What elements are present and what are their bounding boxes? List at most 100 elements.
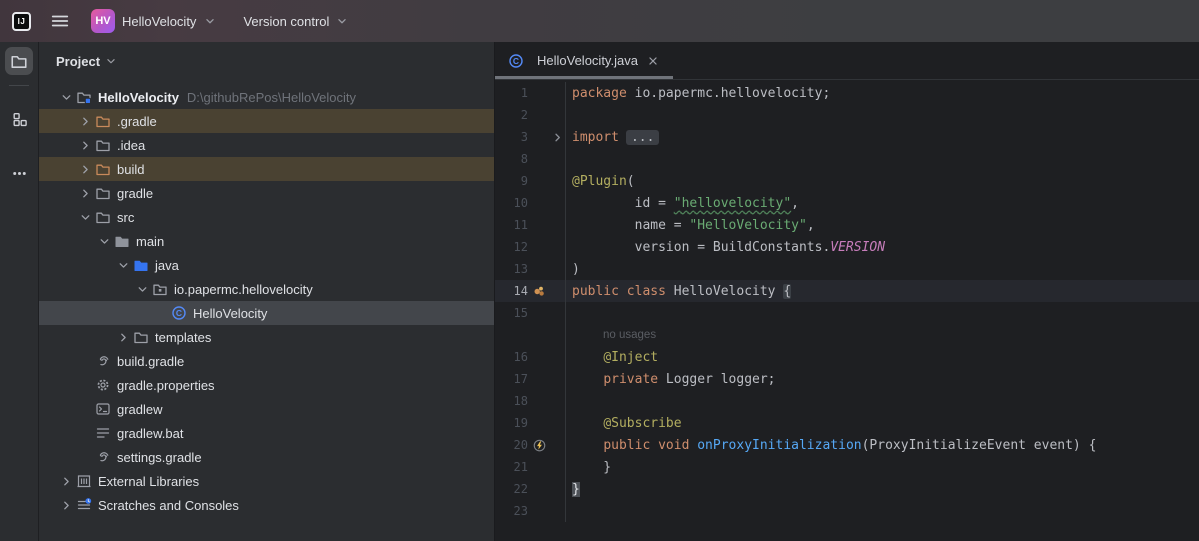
line-number[interactable]: 17 <box>495 372 528 386</box>
tree-item--idea[interactable]: .idea <box>39 133 494 157</box>
code-row-16: 16 @Inject <box>495 346 1199 368</box>
line-number[interactable]: 22 <box>495 482 528 496</box>
tree-item-label: build <box>117 162 144 177</box>
tree-item-external-libraries[interactable]: External Libraries <box>39 469 494 493</box>
code-token: , <box>791 196 799 211</box>
tree-item-templates[interactable]: templates <box>39 325 494 349</box>
line-number[interactable]: 3 <box>495 130 528 144</box>
code-line[interactable]: package io.papermc.hellovelocity; <box>565 82 1199 104</box>
line-number[interactable]: 8 <box>495 152 528 166</box>
editor-tab[interactable]: C HelloVelocity.java <box>495 42 673 79</box>
chevron-right-icon[interactable] <box>76 185 95 201</box>
chevron-down-icon[interactable] <box>95 233 114 249</box>
line-number[interactable]: 23 <box>495 504 528 518</box>
tree-item-build-gradle[interactable]: build.gradle <box>39 349 494 373</box>
plugin-gutter-marker-icon[interactable] <box>528 285 550 298</box>
line-number[interactable]: 13 <box>495 262 528 276</box>
chevron-spacer <box>76 425 95 441</box>
folder-excluded-icon <box>95 113 111 129</box>
code-line[interactable]: name = "HelloVelocity", <box>565 214 1199 236</box>
line-number[interactable]: 11 <box>495 218 528 232</box>
code-line[interactable] <box>565 148 1199 170</box>
line-number[interactable]: 16 <box>495 350 528 364</box>
code-line[interactable] <box>565 104 1199 126</box>
line-number[interactable]: 20 <box>495 438 528 452</box>
code-line[interactable]: } <box>565 478 1199 500</box>
tree-item-gradle[interactable]: gradle <box>39 181 494 205</box>
line-number[interactable]: 19 <box>495 416 528 430</box>
stripe-button-more[interactable] <box>5 159 33 187</box>
code-token: package <box>572 86 627 101</box>
project-panel-header[interactable]: Project <box>39 42 494 80</box>
code-line[interactable]: id = "hellovelocity", <box>565 192 1199 214</box>
code-line[interactable]: private Logger logger; <box>565 368 1199 390</box>
module-folder-icon <box>76 89 92 105</box>
code-line[interactable]: @Inject <box>565 346 1199 368</box>
tree-item-label: External Libraries <box>98 474 199 489</box>
code-line[interactable]: } <box>565 456 1199 478</box>
chevron-right-icon[interactable] <box>114 329 133 345</box>
code-line[interactable]: import... <box>565 126 1199 148</box>
event-gutter-marker-icon[interactable] <box>528 438 550 453</box>
line-number[interactable]: 12 <box>495 240 528 254</box>
chevron-down-icon[interactable] <box>114 257 133 273</box>
code-line[interactable]: public class HelloVelocity { <box>565 280 1199 302</box>
code-line[interactable]: public void onProxyInitialization(ProxyI… <box>565 434 1199 456</box>
line-number[interactable]: 9 <box>495 174 528 188</box>
line-number[interactable]: 2 <box>495 108 528 122</box>
code-line[interactable]: version = BuildConstants.VERSION <box>565 236 1199 258</box>
tree-item-settings-gradle[interactable]: settings.gradle <box>39 445 494 469</box>
tree-item-label: build.gradle <box>117 354 184 369</box>
code-token: "HelloVelocity" <box>689 218 806 233</box>
tree-item-scratches-and-consoles[interactable]: Scratches and Consoles <box>39 493 494 517</box>
tree-item--gradle[interactable]: .gradle <box>39 109 494 133</box>
chevron-right-icon[interactable] <box>57 473 76 489</box>
project-widget[interactable]: HV HelloVelocity <box>91 9 217 33</box>
chevron-right-icon[interactable] <box>76 113 95 129</box>
chevron-down-icon[interactable] <box>57 89 76 105</box>
code-line[interactable]: ) <box>565 258 1199 280</box>
code-line[interactable] <box>565 302 1199 324</box>
usages-inlay-hint[interactable]: no usages <box>603 329 656 341</box>
line-number[interactable]: 10 <box>495 196 528 210</box>
line-number[interactable]: 1 <box>495 86 528 100</box>
tree-item-hellovelocity[interactable]: CHelloVelocity <box>39 301 494 325</box>
chevron-right-icon[interactable] <box>76 161 95 177</box>
code-line[interactable]: @Plugin( <box>565 170 1199 192</box>
code-token: import <box>572 130 619 145</box>
tree-item-label: main <box>136 234 164 249</box>
active-tab-indicator <box>495 76 673 79</box>
code-line[interactable]: @Subscribe <box>565 412 1199 434</box>
line-number[interactable]: 18 <box>495 394 528 408</box>
chevron-down-icon[interactable] <box>76 209 95 225</box>
close-tab-button[interactable] <box>645 53 661 69</box>
fold-collapsed-icon[interactable] <box>550 131 565 144</box>
line-number[interactable]: 14 <box>495 284 528 298</box>
main-menu-button[interactable] <box>51 12 69 30</box>
line-number[interactable]: 15 <box>495 306 528 320</box>
tree-item-main[interactable]: main <box>39 229 494 253</box>
tree-item-gradlew[interactable]: gradlew <box>39 397 494 421</box>
tree-item-io-papermc-hellovelocity[interactable]: io.papermc.hellovelocity <box>39 277 494 301</box>
class-icon: C <box>508 53 524 69</box>
stripe-button-project-folder[interactable] <box>5 47 33 75</box>
tree-item-hellovelocity[interactable]: HelloVelocityD:\githubRePos\HelloVelocit… <box>39 85 494 109</box>
terminal-icon <box>95 401 111 417</box>
stripe-button-structure[interactable] <box>5 105 33 133</box>
chevron-right-icon[interactable] <box>76 137 95 153</box>
code-token: "hellovelocity" <box>674 196 791 211</box>
vcs-widget[interactable]: Version control <box>243 14 349 29</box>
tree-item-src[interactable]: src <box>39 205 494 229</box>
chevron-right-icon[interactable] <box>57 497 76 513</box>
tree-item-gradlew-bat[interactable]: gradlew.bat <box>39 421 494 445</box>
code-line[interactable] <box>565 500 1199 522</box>
line-number[interactable]: 21 <box>495 460 528 474</box>
folded-imports[interactable]: ... <box>626 130 659 145</box>
code-line[interactable] <box>565 390 1199 412</box>
tree-item-build[interactable]: build <box>39 157 494 181</box>
tree-item-gradle-properties[interactable]: gradle.properties <box>39 373 494 397</box>
chevron-down-icon[interactable] <box>133 281 152 297</box>
chevron-down-icon <box>203 14 217 28</box>
code-token <box>572 438 603 453</box>
tree-item-java[interactable]: java <box>39 253 494 277</box>
